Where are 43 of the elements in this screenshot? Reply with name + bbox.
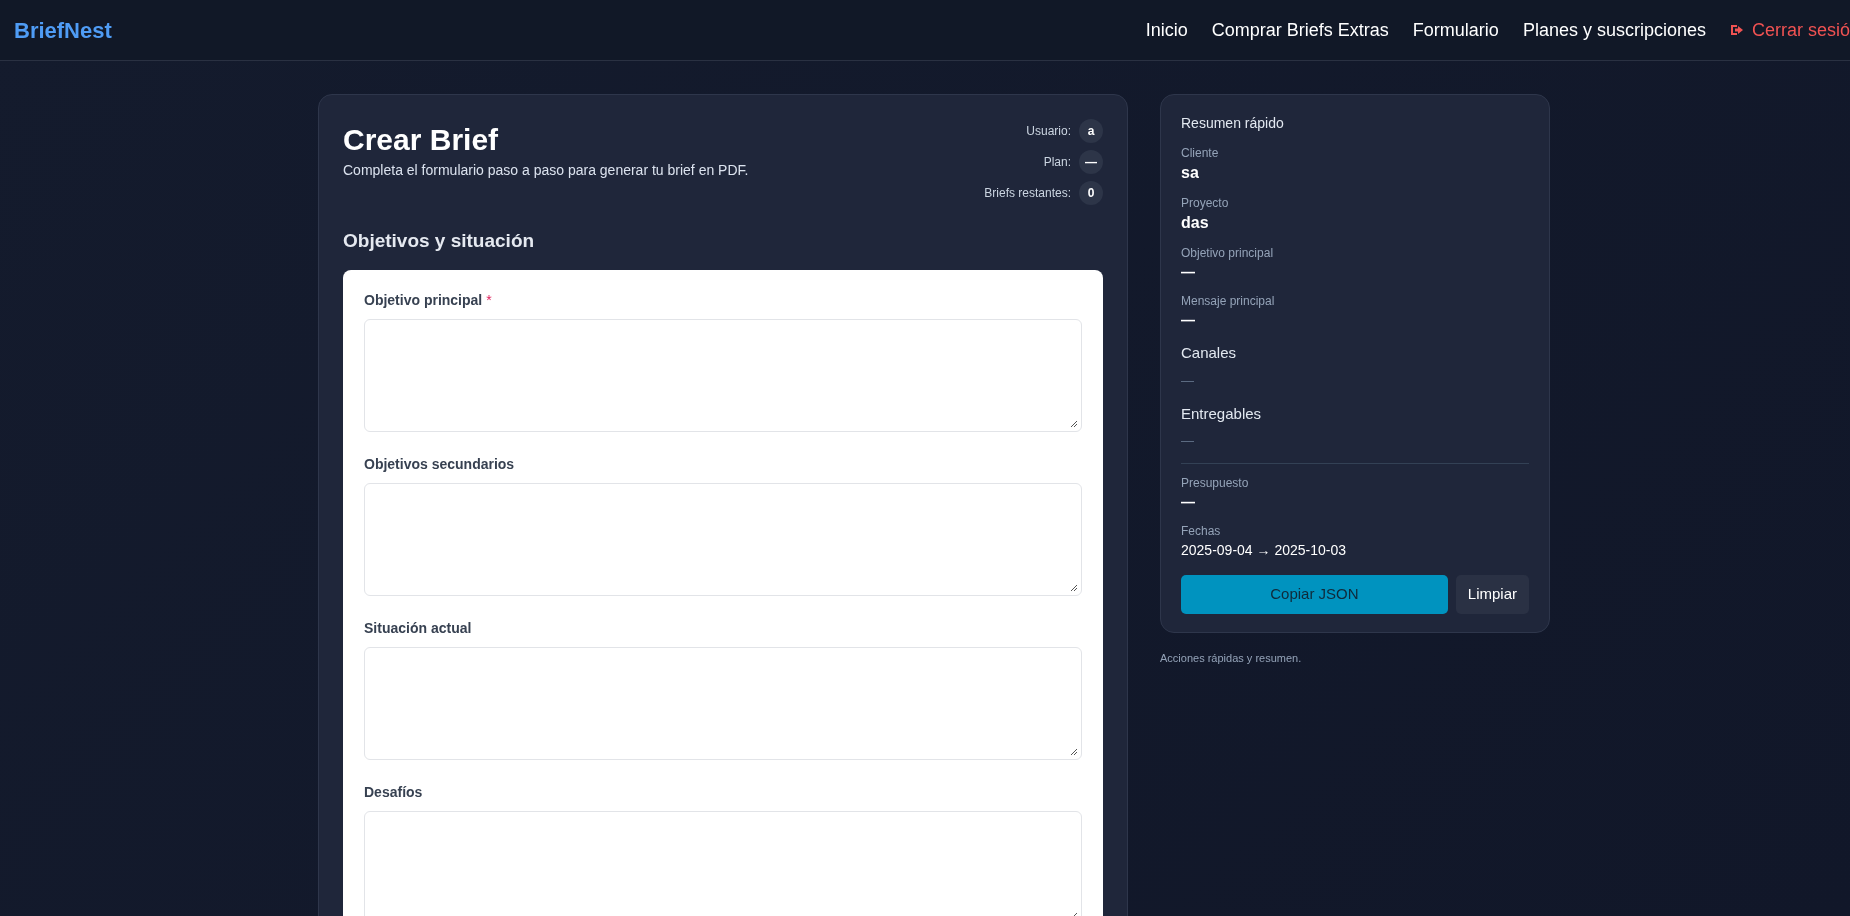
nav-link[interactable]: Formulario [1412,16,1499,44]
section-title: Objetivos y situación [343,229,536,253]
summary-value: das [1181,213,1210,233]
summary-label: Cliente [1181,145,1220,162]
resize-handle-icon[interactable] [1070,583,1078,592]
required-mark: * [486,290,492,310]
summary-label: Entregables [1181,403,1263,424]
summary-caption: Acciones rápidas y resumen. [1160,651,1303,666]
nav-link[interactable]: Planes y suscripciones [1522,16,1706,44]
field-label: Situación actual [364,618,472,638]
resize-handle-icon[interactable] [1070,419,1078,428]
summary-label: Objetivo principal [1181,245,1275,262]
field-label: Objetivos secundarios [364,454,515,474]
stat-badge: — [1079,150,1103,174]
summary-value: — [1181,493,1196,512]
summary-label: Presupuesto [1181,475,1250,492]
page-title: Crear Brief [343,122,500,158]
summary-value: sa [1181,163,1200,183]
clear-button[interactable]: Limpiar [1455,575,1529,614]
stat-label: Plan: [1043,154,1071,171]
nav-link[interactable]: Inicio [1145,16,1188,44]
stat-label: Usuario: [1026,123,1071,140]
summary-value: — [1181,432,1195,450]
summary-label: Mensaje principal [1181,293,1276,310]
resize-handle-icon[interactable] [1070,747,1078,756]
summary-value: 2025-09-04 → 2025-10-03 [1181,541,1347,560]
nav-link[interactable]: Comprar Briefs Extras [1211,16,1389,44]
logout-link[interactable]: Cerrar sesió [1729,16,1850,44]
summary-label: Canales [1181,343,1238,363]
summary-value: — [1181,371,1195,390]
summary-value: — [1181,263,1196,282]
field-label: Desafíos [364,782,423,802]
copy-json-button[interactable]: Copiar JSON [1181,575,1448,614]
summary-title: Resumen rápido [1181,114,1285,133]
stat-badge: 0 [1079,181,1103,205]
field-label: Objetivo principal [364,290,483,310]
summary-value: — [1181,311,1196,330]
summary-label: Proyecto [1181,195,1230,212]
stat-badge: a [1079,119,1103,143]
stat-label: Briefs restantes: [984,185,1071,202]
brand-logo[interactable]: BriefNest [14,13,112,47]
page-subtitle: Completa el formulario paso a paso para generar tu brief en PDF. [343,161,749,180]
summary-label: Fechas [1181,523,1222,540]
